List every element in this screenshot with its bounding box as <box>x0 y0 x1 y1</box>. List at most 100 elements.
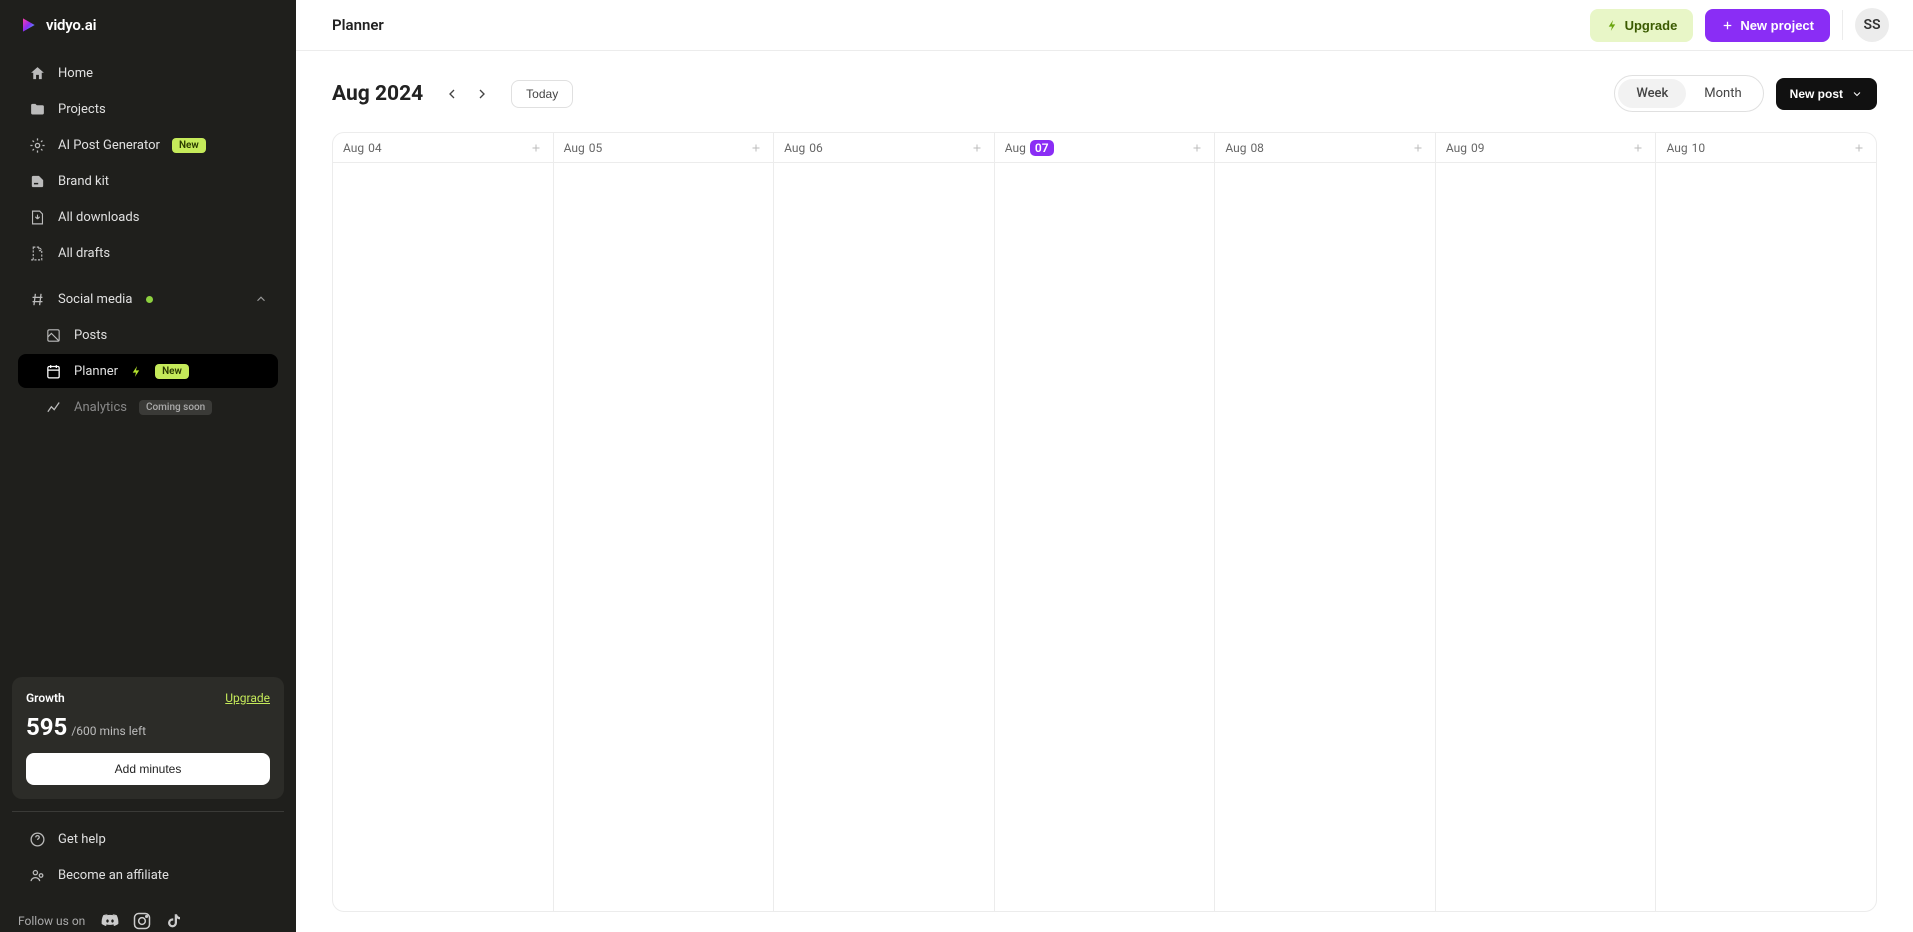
nav-label: Posts <box>74 328 107 343</box>
follow-label: Follow us on <box>18 914 85 928</box>
folder-icon <box>28 100 46 118</box>
day-month: Aug <box>784 141 805 155</box>
nav-label: Home <box>58 66 93 81</box>
button-label: New project <box>1740 18 1814 33</box>
view-week[interactable]: Week <box>1618 79 1686 108</box>
new-post-button[interactable]: New post <box>1776 78 1877 110</box>
add-post-button[interactable] <box>1852 141 1866 155</box>
day-column: Aug07 <box>995 133 1216 911</box>
nav-label: Planner <box>74 364 118 379</box>
affiliate-icon <box>28 866 46 884</box>
day-number: 05 <box>589 141 603 155</box>
nav-label: Brand kit <box>58 174 109 189</box>
day-number: 07 <box>1030 140 1054 156</box>
add-post-button[interactable] <box>1411 141 1425 155</box>
plan-name: Growth <box>26 691 65 705</box>
divider <box>1842 10 1843 40</box>
day-column: Aug 04 <box>333 133 554 911</box>
nav-projects[interactable]: Projects <box>18 92 278 126</box>
day-body[interactable] <box>554 163 774 911</box>
add-minutes-button[interactable]: Add minutes <box>26 753 270 785</box>
calendar-header: Aug 2024 Today Week Month New post <box>332 75 1877 112</box>
day-column: Aug10 <box>1656 133 1876 911</box>
palette-icon <box>28 172 46 190</box>
logo[interactable]: vidyo.ai <box>0 0 296 50</box>
add-post-button[interactable] <box>749 141 763 155</box>
logo-text: vidyo.ai <box>46 16 96 34</box>
nav-brand-kit[interactable]: Brand kit <box>18 164 278 198</box>
day-body[interactable] <box>774 163 994 911</box>
day-body[interactable] <box>1436 163 1656 911</box>
day-body[interactable] <box>995 163 1215 911</box>
nav-label: Social media <box>58 292 132 307</box>
nav-home[interactable]: Home <box>18 56 278 90</box>
nav-label: Get help <box>58 832 106 847</box>
day-month: Aug <box>564 141 585 155</box>
usage-card: Growth Upgrade 595 /600 mins left Add mi… <box>12 677 284 799</box>
day-body[interactable] <box>1215 163 1435 911</box>
download-icon <box>28 208 46 226</box>
bolt-icon <box>1606 19 1619 32</box>
new-project-button[interactable]: New project <box>1705 9 1830 42</box>
nav-ai-post-generator[interactable]: AI Post Generator New <box>18 128 278 162</box>
chevron-down-icon <box>1851 88 1863 100</box>
day-header: Aug07 <box>995 133 1215 163</box>
nav: Home Projects AI Post Generator New Bran… <box>0 50 296 677</box>
calendar-grid: Aug04Aug05Aug06Aug07Aug08Aug09Aug10 <box>332 132 1877 912</box>
nav-get-help[interactable]: Get help <box>18 822 278 856</box>
home-icon <box>28 64 46 82</box>
discord-icon[interactable] <box>99 910 121 932</box>
day-label: Aug06 <box>784 141 823 155</box>
next-button[interactable] <box>469 81 495 107</box>
bolt-icon <box>130 365 143 378</box>
day-number: 10 <box>1692 141 1706 155</box>
logo-icon <box>18 15 38 35</box>
avatar[interactable]: SS <box>1855 8 1889 42</box>
today-button[interactable]: Today <box>511 80 573 108</box>
coming-soon-badge: Coming soon <box>139 400 212 415</box>
upgrade-button[interactable]: Upgrade <box>1590 9 1694 42</box>
day-column: Aug08 <box>1215 133 1436 911</box>
nav-social-media[interactable]: Social media <box>18 282 278 316</box>
nav-planner[interactable]: Planner New <box>18 354 278 388</box>
day-column: Aug06 <box>774 133 995 911</box>
add-post-button[interactable] <box>529 141 543 155</box>
minutes-left: 595 /600 mins left <box>26 713 270 741</box>
day-label: Aug10 <box>1666 141 1705 155</box>
day-header: Aug09 <box>1436 133 1656 163</box>
calendar-icon <box>44 362 62 380</box>
tiktok-icon[interactable] <box>163 910 185 932</box>
upgrade-link[interactable]: Upgrade <box>225 691 270 705</box>
day-label: Aug09 <box>1446 141 1485 155</box>
instagram-icon[interactable] <box>131 910 153 932</box>
day-body[interactable] <box>333 163 553 911</box>
add-post-button[interactable] <box>1631 141 1645 155</box>
day-number: 08 <box>1250 141 1264 155</box>
nav-label: Become an affiliate <box>58 868 169 883</box>
prev-button[interactable] <box>439 81 465 107</box>
day-month: Aug <box>343 141 364 155</box>
status-dot <box>146 296 153 303</box>
nav-affiliate[interactable]: Become an affiliate <box>18 858 278 892</box>
add-post-button[interactable] <box>1190 141 1204 155</box>
view-toggle: Week Month <box>1614 75 1763 112</box>
day-label: Aug 04 <box>343 141 382 155</box>
add-post-button[interactable] <box>970 141 984 155</box>
nav-drafts[interactable]: All drafts <box>18 236 278 270</box>
footer-nav: Get help Become an affiliate <box>0 812 296 900</box>
day-header: Aug08 <box>1215 133 1435 163</box>
day-body[interactable] <box>1656 163 1876 911</box>
hash-icon <box>28 290 46 308</box>
page-title: Planner <box>332 16 384 34</box>
help-icon <box>28 830 46 848</box>
nav-posts[interactable]: Posts <box>18 318 278 352</box>
analytics-icon <box>44 398 62 416</box>
day-label: Aug 05 <box>564 141 603 155</box>
day-column: Aug 05 <box>554 133 775 911</box>
day-header: Aug06 <box>774 133 994 163</box>
nav-downloads[interactable]: All downloads <box>18 200 278 234</box>
chevron-up-icon <box>254 292 268 306</box>
view-month[interactable]: Month <box>1686 79 1759 108</box>
day-number: 04 <box>368 141 382 155</box>
content: Aug 2024 Today Week Month New post Aug 04… <box>296 51 1913 932</box>
